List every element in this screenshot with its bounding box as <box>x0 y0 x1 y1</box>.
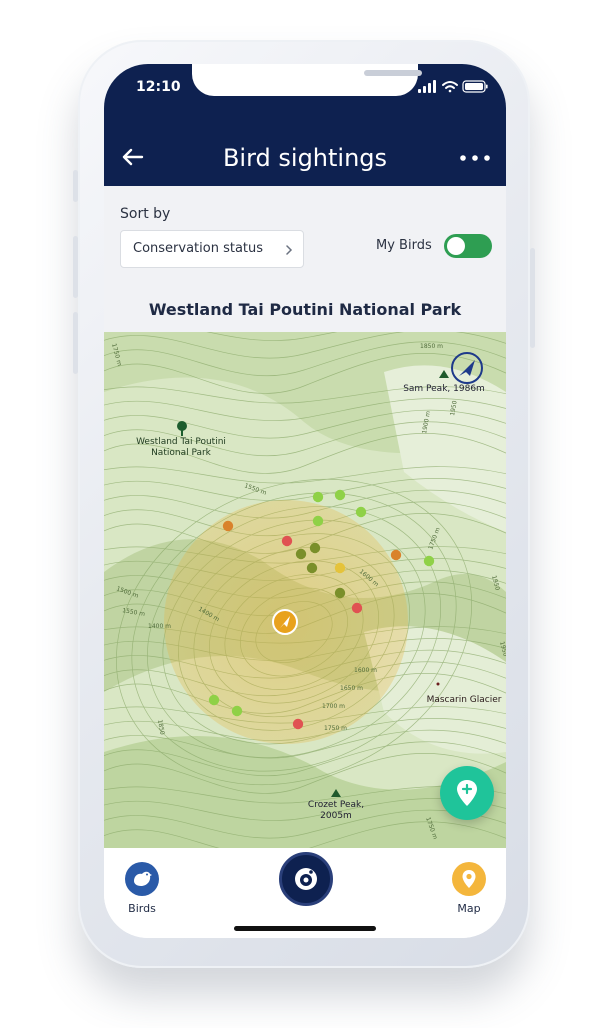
app-screen: 12:10 Bird sightings Sort by Conservatio… <box>104 64 506 938</box>
crozet-label-line1: Crozet Peak, <box>308 800 364 810</box>
chevron-right-icon <box>286 245 293 255</box>
sighting-marker-critical[interactable] <box>351 602 363 614</box>
park-label-line1: Westland Tai Poutini <box>136 437 226 447</box>
current-location-icon <box>272 609 298 635</box>
sort-select[interactable]: Conservation status <box>120 230 304 268</box>
status-icons <box>418 80 488 93</box>
add-sighting-button[interactable] <box>440 766 494 820</box>
sighting-marker-endangered[interactable] <box>222 520 234 532</box>
sighting-marker-least-concern[interactable] <box>334 489 346 501</box>
sighting-marker-near-threatened[interactable] <box>295 548 307 560</box>
camera-button[interactable] <box>279 852 333 906</box>
my-birds-toggle[interactable] <box>444 234 492 258</box>
sighting-marker-near-threatened[interactable] <box>309 542 321 554</box>
nav-map-label: Map <box>457 902 481 915</box>
phone-side-button <box>73 170 78 202</box>
sort-selected-value: Conservation status <box>133 241 264 256</box>
nav-birds-circle <box>125 862 159 896</box>
sighting-marker-critical[interactable] <box>292 718 304 730</box>
more-dots-icon[interactable] <box>458 148 492 168</box>
app-header: 12:10 Bird sightings <box>104 64 506 186</box>
battery-icon <box>462 80 488 93</box>
contour-label: 1650 m <box>340 685 363 692</box>
contour-label: 1400 m <box>148 623 171 630</box>
my-birds-label: My Birds <box>376 238 432 253</box>
contour-label: 1600 m <box>354 667 377 674</box>
nav-birds[interactable]: Birds <box>112 862 172 915</box>
map-pin-icon <box>462 870 476 888</box>
page-title: Bird sightings <box>222 144 388 172</box>
bird-icon <box>134 871 152 886</box>
nav-map[interactable]: Map <box>439 862 499 915</box>
sighting-marker-endangered[interactable] <box>390 549 402 561</box>
wifi-icon <box>442 81 458 93</box>
park-label-line2: National Park <box>151 448 212 458</box>
sighting-marker-least-concern[interactable] <box>312 515 324 527</box>
sort-bar: Sort by Conservation status My Birds <box>104 186 506 289</box>
sighting-marker-least-concern[interactable] <box>423 555 435 567</box>
nav-birds-label: Birds <box>128 902 156 915</box>
add-pin-icon <box>457 780 477 806</box>
status-time: 12:10 <box>136 79 181 95</box>
mascarin-label: Mascarin Glacier <box>427 695 502 705</box>
contour-label: 1850 m <box>420 343 443 350</box>
nav-map-circle <box>452 862 486 896</box>
contour-label: 1700 m <box>322 703 345 710</box>
sort-by-label: Sort by <box>120 206 171 222</box>
sighting-marker-near-threatened[interactable] <box>306 562 318 574</box>
sighting-marker-least-concern[interactable] <box>355 506 367 518</box>
sighting-marker-least-concern[interactable] <box>231 705 243 717</box>
phone-volume-down <box>73 312 78 374</box>
contour-label: 1750 m <box>324 725 347 732</box>
camera-icon <box>295 868 317 890</box>
phone-volume-up <box>73 236 78 298</box>
signal-icon <box>418 80 436 93</box>
glacier-dot <box>436 682 440 686</box>
bottom-nav: Birds Map <box>104 848 506 938</box>
phone-power-button <box>530 248 535 348</box>
sighting-marker-least-concern[interactable] <box>312 491 324 503</box>
sighting-marker-near-threatened[interactable] <box>334 587 346 599</box>
home-indicator <box>234 926 376 931</box>
notch <box>192 64 422 96</box>
sighting-marker-critical[interactable] <box>281 535 293 547</box>
speaker <box>364 70 422 76</box>
sighting-marker-least-concern[interactable] <box>208 694 220 706</box>
toggle-knob <box>447 237 465 255</box>
crozet-label-line2: 2005m <box>320 811 352 821</box>
park-title: Westland Tai Poutini National Park <box>104 288 506 332</box>
sighting-marker-vulnerable[interactable] <box>334 562 346 574</box>
sam-peak-label: Sam Peak, 1986m <box>403 384 485 394</box>
